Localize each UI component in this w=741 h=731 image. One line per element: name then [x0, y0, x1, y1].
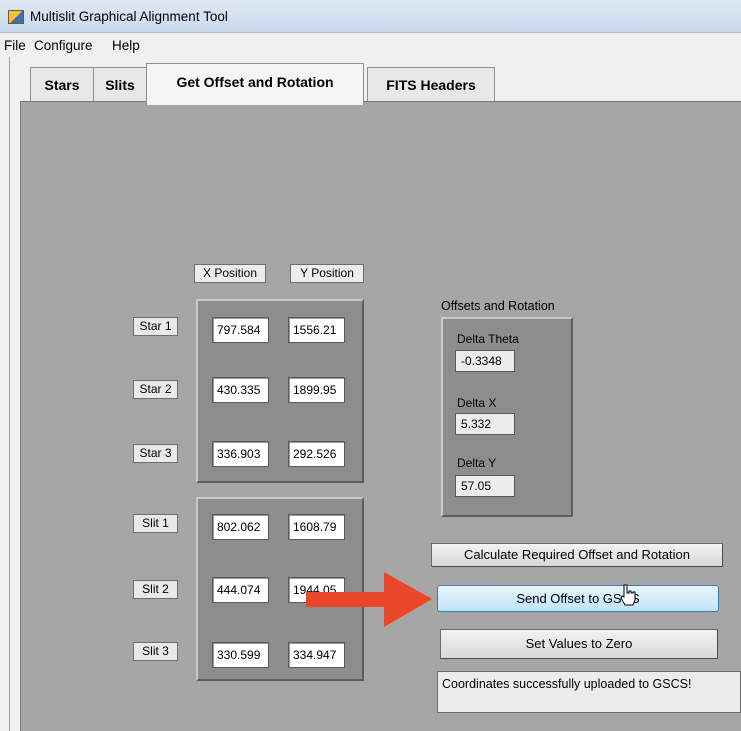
status-message: Coordinates successfully uploaded to GSC…	[437, 671, 741, 713]
window-title: Multislit Graphical Alignment Tool	[30, 9, 228, 24]
slit-1-label: Slit 1	[133, 514, 178, 533]
star-2-label: Star 2	[133, 380, 178, 399]
app-icon	[8, 10, 24, 24]
title-bar: Multislit Graphical Alignment Tool	[0, 0, 741, 33]
menu-configure[interactable]: Configure	[34, 38, 93, 53]
star-2-x-field[interactable]: 430.335	[212, 377, 269, 403]
delta-theta-value: -0.3348	[455, 350, 515, 372]
menu-file[interactable]: File	[4, 38, 26, 53]
tab-get-offset-and-rotation[interactable]: Get Offset and Rotation	[146, 63, 364, 105]
slit-3-y-field[interactable]: 334.947	[288, 642, 345, 668]
tab-slits[interactable]: Slits	[93, 67, 147, 101]
slit-3-x-field[interactable]: 330.599	[212, 642, 269, 668]
delta-theta-label: Delta Theta	[457, 332, 519, 346]
y-position-header: Y Position	[290, 264, 364, 283]
menu-bar: File Configure Help	[0, 33, 741, 57]
delta-y-label: Delta Y	[457, 456, 497, 470]
hand-pointer-cursor-icon	[620, 584, 636, 606]
star-3-label: Star 3	[133, 444, 178, 463]
calculate-offset-button[interactable]: Calculate Required Offset and Rotation	[431, 543, 723, 567]
offsets-rotation-title: Offsets and Rotation	[441, 299, 555, 313]
menu-help[interactable]: Help	[112, 38, 140, 53]
tab-fits-headers[interactable]: FITS Headers	[367, 67, 495, 101]
red-arrow-annotation-icon	[306, 572, 432, 627]
send-offset-button[interactable]: Send Offset to GSCS	[437, 585, 719, 612]
delta-x-value: 5.332	[455, 413, 515, 435]
slit-2-label: Slit 2	[133, 580, 178, 599]
star-1-y-field[interactable]: 1556.21	[288, 317, 345, 343]
star-2-y-field[interactable]: 1899.95	[288, 377, 345, 403]
delta-y-value: 57.05	[455, 475, 515, 497]
x-position-header: X Position	[194, 264, 266, 283]
delta-x-label: Delta X	[457, 396, 497, 410]
star-3-y-field[interactable]: 292.526	[288, 441, 345, 467]
slit-1-x-field[interactable]: 802.062	[212, 514, 269, 540]
slit-1-y-field[interactable]: 1608.79	[288, 514, 345, 540]
set-values-zero-button[interactable]: Set Values to Zero	[440, 629, 718, 659]
slit-3-label: Slit 3	[133, 642, 178, 661]
star-1-label: Star 1	[133, 317, 178, 336]
star-3-x-field[interactable]: 336.903	[212, 441, 269, 467]
slit-2-x-field[interactable]: 444.074	[212, 577, 269, 603]
tab-stars[interactable]: Stars	[30, 67, 94, 101]
star-1-x-field[interactable]: 797.584	[212, 317, 269, 343]
